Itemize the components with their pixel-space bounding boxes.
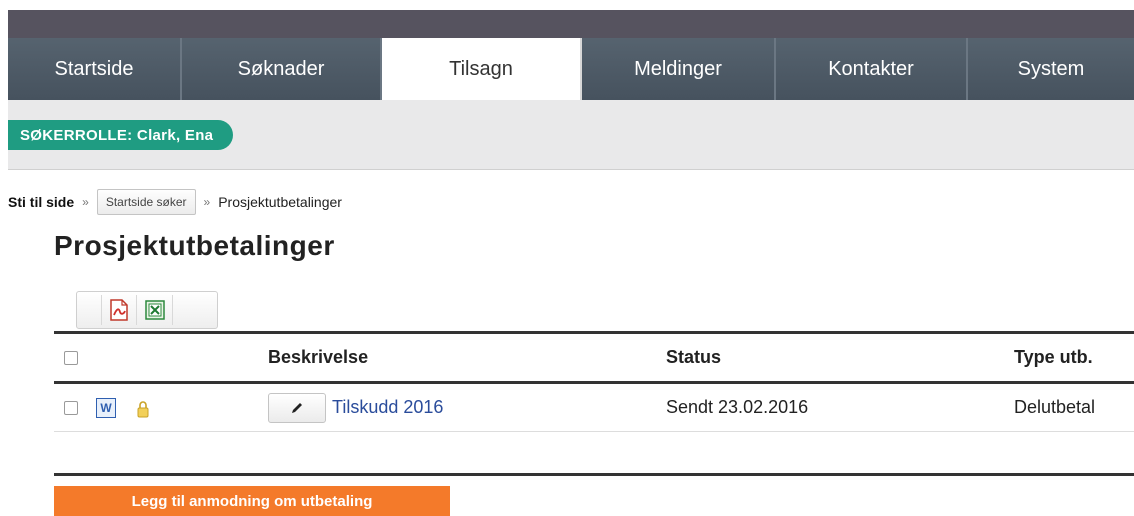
edit-button[interactable] <box>268 392 326 423</box>
table-header-row: Beskrivelse Status Type utb. <box>54 334 1134 384</box>
breadcrumb-label: Sti til side <box>8 194 75 210</box>
column-header-description[interactable]: Beskrivelse <box>268 347 368 368</box>
word-icon[interactable]: W <box>96 397 116 418</box>
row-status: Sendt 23.02.2016 <box>666 397 809 417</box>
excel-icon <box>144 300 165 320</box>
breadcrumb-current: Prosjektutbetalinger <box>218 194 342 210</box>
lock-icon <box>137 401 149 418</box>
top-header-strip <box>8 10 1134 38</box>
table-row: W Tilskudd 2016 Sendt 23.02.2016 Delutbe… <box>54 384 1134 432</box>
row-description-link[interactable]: Tilskudd 2016 <box>332 397 443 418</box>
export-toolbar <box>76 291 218 329</box>
row-type: Delutbetal <box>1014 397 1096 417</box>
select-all-checkbox[interactable] <box>64 350 78 365</box>
export-excel-button[interactable] <box>137 295 173 325</box>
pdf-icon <box>110 299 128 321</box>
tab-startside[interactable]: Startside <box>8 38 182 100</box>
tab-system[interactable]: System <box>968 38 1134 100</box>
add-payment-request-button[interactable]: Legg til anmodning om utbetaling <box>54 486 450 516</box>
column-header-status[interactable]: Status <box>666 347 721 368</box>
payments-table: Beskrivelse Status Type utb. W Tilskudd … <box>54 331 1134 432</box>
column-header-type[interactable]: Type utb. <box>1014 347 1093 368</box>
breadcrumb-home-button[interactable]: Startside søker <box>96 189 196 215</box>
main-nav: Startside Søknader Tilsagn Meldinger Kon… <box>8 38 1134 100</box>
tab-kontakter[interactable]: Kontakter <box>776 38 968 100</box>
breadcrumb-separator: » <box>203 195 211 209</box>
table-bottom-rule <box>54 473 1134 476</box>
breadcrumb: Sti til side » Startside søker » Prosjek… <box>8 187 342 217</box>
page-title: Prosjektutbetalinger <box>54 230 335 261</box>
export-pdf-button[interactable] <box>101 295 137 325</box>
tab-tilsagn[interactable]: Tilsagn <box>382 38 582 100</box>
breadcrumb-separator: » <box>82 195 89 209</box>
tab-soknader[interactable]: Søknader <box>182 38 382 100</box>
pencil-icon <box>292 402 302 413</box>
role-badge[interactable]: SØKERROLLE: Clark, Ena <box>8 120 234 150</box>
row-checkbox[interactable] <box>64 400 78 415</box>
role-bar: SØKERROLLE: Clark, Ena <box>8 100 1134 170</box>
tab-meldinger[interactable]: Meldinger <box>582 38 776 100</box>
